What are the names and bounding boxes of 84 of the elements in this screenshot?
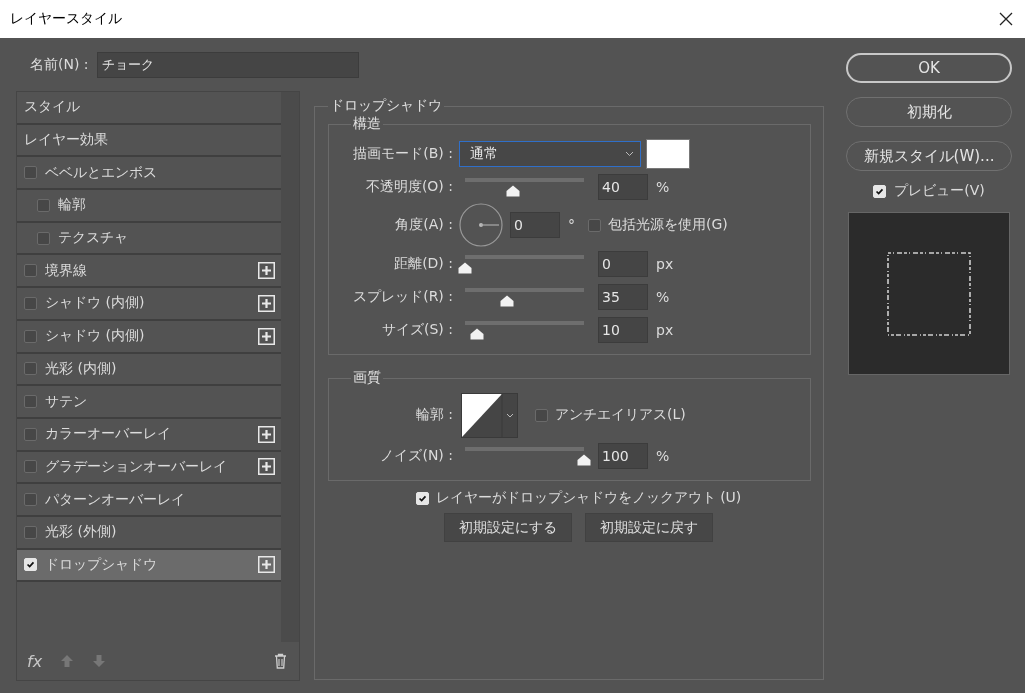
dialog-button[interactable]: 新規スタイル(W)... <box>846 141 1012 171</box>
add-icon[interactable] <box>258 327 276 345</box>
item-label: ベベルとエンボス <box>45 163 158 182</box>
fx-menu-button[interactable]: fx <box>27 651 43 671</box>
checkbox[interactable] <box>588 218 601 232</box>
field-label: サイズ(S) : <box>381 320 454 339</box>
field-label: スプレッド(R) : <box>352 287 454 306</box>
unit-label: % <box>656 447 670 464</box>
add-icon[interactable] <box>258 262 276 280</box>
checkbox[interactable] <box>24 427 37 441</box>
add-icon[interactable] <box>258 294 276 312</box>
contour-picker[interactable] <box>461 392 518 438</box>
value-field[interactable]: 0 <box>510 212 560 238</box>
value-field[interactable]: 100 <box>598 442 648 469</box>
close-icon[interactable] <box>999 12 1013 26</box>
item-label: テクスチャ <box>58 229 129 248</box>
value-field[interactable]: 40 <box>598 173 648 200</box>
item-label: カラーオーバーレイ <box>45 425 172 444</box>
color-swatch[interactable] <box>646 138 690 169</box>
item-label: ドロップシャドウ <box>45 555 158 574</box>
unit-label: px <box>656 321 674 338</box>
item-label: サテン <box>45 392 88 411</box>
checkbox[interactable] <box>24 460 37 474</box>
checkbox[interactable] <box>24 395 37 409</box>
unit-label: % <box>656 178 670 195</box>
dialog-button[interactable]: 初期化 <box>846 97 1012 127</box>
preview-label: プレビュー(V) <box>894 182 985 200</box>
blend-mode-dropdown[interactable]: 通常 <box>459 140 641 167</box>
checkbox[interactable] <box>24 525 37 539</box>
default-button[interactable]: 初期設定にする <box>444 513 572 542</box>
value-field[interactable]: 35 <box>598 283 648 310</box>
value-field[interactable]: 0 <box>598 250 648 277</box>
value-field[interactable]: 10 <box>598 316 648 343</box>
checkbox[interactable] <box>24 493 37 507</box>
slider-thumb[interactable] <box>469 327 484 340</box>
window-title: レイヤースタイル <box>10 10 122 28</box>
checkbox[interactable] <box>24 329 37 343</box>
option-label: レイヤーがドロップシャドウをノックアウト (U) <box>435 489 742 507</box>
add-icon[interactable] <box>258 458 276 476</box>
group-title: 構造 <box>352 115 382 133</box>
field-label: 距離(D) : <box>393 254 454 273</box>
ok-button[interactable]: OK <box>846 53 1012 83</box>
checkbox[interactable] <box>24 166 37 180</box>
item-label: スタイル <box>24 98 81 117</box>
field-label: 不透明度(O) : <box>364 177 454 196</box>
item-label: 光彩 (外側) <box>45 523 118 542</box>
checkbox[interactable] <box>24 362 37 376</box>
checkbox[interactable] <box>24 264 37 278</box>
slider-thumb[interactable] <box>505 184 520 197</box>
item-label: パターンオーバーレイ <box>45 490 186 509</box>
field-label: 角度(A) : <box>394 216 454 234</box>
panel-title: ドロップシャドウ <box>329 97 443 115</box>
chevron-icon <box>625 150 634 157</box>
item-label: 境界線 <box>45 261 88 280</box>
name-field[interactable]: チョーク <box>97 52 359 78</box>
add-icon[interactable] <box>258 556 276 574</box>
angle-dial[interactable] <box>459 203 503 247</box>
add-icon[interactable] <box>258 425 276 443</box>
checkbox[interactable] <box>37 198 50 212</box>
item-label: シャドウ (内側) <box>45 327 146 346</box>
field-label: 描画モード(B) : <box>352 144 454 163</box>
item-label: 光彩 (内側) <box>45 359 118 378</box>
trash-icon[interactable] <box>274 653 287 669</box>
option-label: 包括光源を使用(G) <box>608 216 728 234</box>
checkbox[interactable] <box>24 296 37 310</box>
unit-label: % <box>656 288 670 305</box>
option-label: アンチエイリアス(L) <box>555 406 686 424</box>
item-label: シャドウ (内側) <box>45 294 146 313</box>
name-label: 名前(N) : <box>30 56 90 74</box>
unit-label: ° <box>568 217 575 233</box>
checkbox[interactable] <box>37 231 50 245</box>
slider-thumb[interactable] <box>499 294 514 307</box>
field-label: ノイズ(N) : <box>379 446 454 465</box>
unit-label: px <box>656 255 674 272</box>
item-label: 輪郭 <box>58 196 87 215</box>
style-list-item[interactable]: ドロップシャドウ <box>17 549 282 583</box>
slider-thumb[interactable] <box>458 261 472 274</box>
item-label: グラデーションオーバーレイ <box>45 457 228 476</box>
group-title: 画質 <box>352 369 382 387</box>
slider-thumb[interactable] <box>577 453 591 466</box>
field-label: 輪郭 : <box>414 406 454 424</box>
item-label: レイヤー効果 <box>24 131 109 150</box>
default-button[interactable]: 初期設定に戻す <box>585 513 713 542</box>
checkbox[interactable] <box>535 408 548 422</box>
